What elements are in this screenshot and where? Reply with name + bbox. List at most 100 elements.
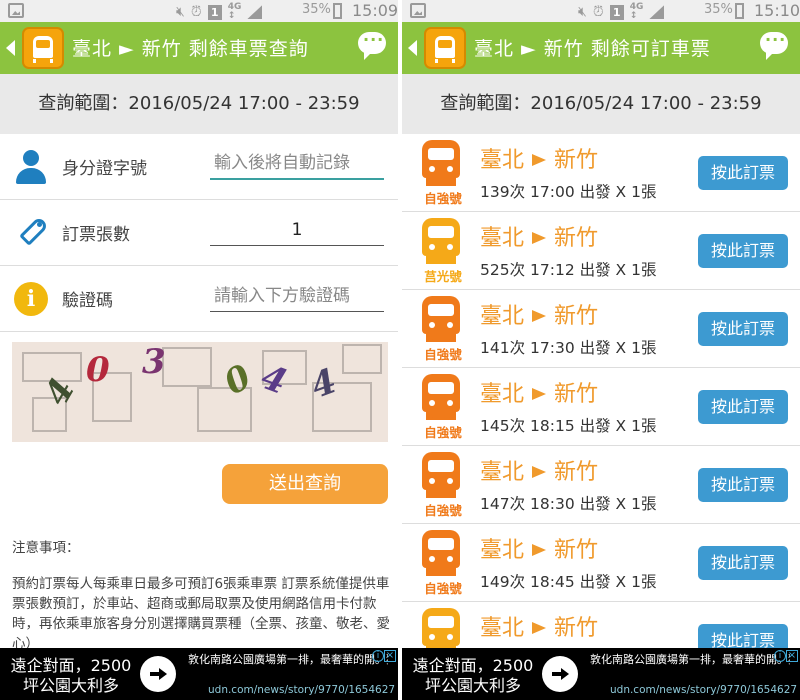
ad-close-icon[interactable]: ×	[384, 650, 396, 662]
app-bar: 臺北 ► 新竹 剩餘車票查詢	[0, 22, 398, 74]
route-from: 臺北	[480, 304, 525, 329]
screens: 🔇︎ ⏰︎ 1 4G↕ 35% 15:09 臺北 ► 新竹 剩餘車票查詢 查詢範…	[0, 0, 800, 700]
route-to: 新竹	[554, 382, 599, 407]
status-icons: 🔇︎ ⏰︎ 1 4G ↕	[176, 2, 263, 21]
network-4g-icon: 4G ↕	[227, 2, 242, 21]
train-route: 臺北 新竹	[480, 376, 598, 408]
captcha-noise	[162, 347, 212, 387]
id-input[interactable]	[210, 148, 384, 180]
id-label: 身分證字號	[62, 159, 147, 179]
train-info: 147次 18:30 出發 X 1張	[480, 495, 657, 513]
mute-icon: 🔇︎	[578, 4, 587, 20]
ad-close-icon[interactable]: ×	[786, 650, 798, 662]
book-button[interactable]: 按此訂票	[698, 390, 788, 424]
page-title: 臺北 ► 新竹 剩餘車票查詢	[72, 38, 309, 60]
ad-info-icon[interactable]: i	[774, 650, 786, 662]
chat-icon[interactable]	[358, 30, 386, 60]
train-route: 臺北 新竹	[480, 454, 598, 486]
captcha-noise	[342, 344, 382, 374]
battery-percent: 35%	[704, 2, 733, 17]
route-to: 新竹	[554, 226, 599, 251]
back-icon[interactable]	[408, 40, 417, 56]
back-icon[interactable]	[6, 40, 15, 56]
train-row: 莒光號 臺北 新竹 525次 17:12 出發 X 1張 按此訂票	[402, 212, 800, 290]
train-type: 自強號	[424, 581, 462, 596]
sim-icon: 1	[207, 4, 222, 20]
count-row: 訂票張數	[0, 200, 398, 266]
ad-info-icon[interactable]: i	[372, 650, 384, 662]
book-button[interactable]: 按此訂票	[698, 234, 788, 268]
book-button[interactable]: 按此訂票	[698, 468, 788, 502]
ad-headline[interactable]: 遠企對面，2500坪公園大利多	[408, 656, 538, 696]
results-screen: 🔇︎ ⏰︎ 1 4G↕ 35% 15:10 臺北 ► 新竹 剩餘可訂車票 查詢範…	[402, 0, 800, 700]
count-label: 訂票張數	[62, 225, 130, 245]
captcha-input[interactable]	[210, 280, 384, 312]
ad-url[interactable]: udn.com/news/story/9770/1654627	[610, 684, 797, 696]
status-time: 15:09	[352, 1, 398, 20]
route-from: 臺北	[480, 226, 525, 251]
train-list[interactable]: 自強號 臺北 新竹 139次 17:00 出發 X 1張 按此訂票 莒光號 臺北 新竹 525次…	[402, 134, 800, 648]
train-info: 145次 18:15 出發 X 1張	[480, 417, 657, 435]
book-button[interactable]: 按此訂票	[698, 312, 788, 346]
train-type: 自強號	[424, 191, 462, 206]
route-to: 新竹	[554, 538, 599, 563]
train-type: 自強號	[424, 425, 462, 440]
chat-icon[interactable]	[760, 30, 788, 60]
info-icon: i	[14, 282, 48, 316]
train-info: 149次 18:45 出發 X 1張	[480, 573, 657, 591]
train-row: 自強號 臺北 新竹 149次 18:45 出發 X 1張 按此訂票	[402, 524, 800, 602]
ticket-tag-icon	[14, 216, 49, 250]
train-info: 525次 17:12 出發 X 1張	[480, 261, 657, 279]
book-button[interactable]: 按此訂票	[698, 156, 788, 190]
train-type: 自強號	[424, 503, 462, 518]
gallery-icon	[8, 3, 24, 18]
route-to: 新竹	[554, 460, 599, 485]
ad-url[interactable]: udn.com/news/story/9770/1654627	[208, 684, 395, 696]
submit-query-button[interactable]: 送出查詢	[222, 464, 388, 504]
query-range: 查詢範圍：2016/05/24 17:00 - 23:59	[0, 74, 398, 134]
ad-arrow-icon[interactable]	[140, 656, 176, 692]
ad-body[interactable]: 敦化南路公園廣場第一排，最奢華的開。獨幢低公設55、75坪耐震新落成	[188, 652, 388, 667]
train-row: 自強號 臺北 新竹 141次 17:30 出發 X 1張 按此訂票	[402, 290, 800, 368]
captcha-char: 3	[142, 342, 166, 382]
train-logo-icon	[22, 27, 64, 69]
train-icon	[422, 452, 460, 498]
route-to: 新竹	[554, 148, 599, 173]
train-icon	[422, 530, 460, 576]
ad-body[interactable]: 敦化南路公園廣場第一排，最奢華的開。獨幢低公設55、75坪耐震新落成	[590, 652, 790, 667]
mute-icon: 🔇︎	[176, 4, 185, 20]
train-row: 自強號 臺北 新竹 145次 18:15 出發 X 1張 按此訂票	[402, 368, 800, 446]
battery-icon	[735, 3, 744, 19]
ad-banner[interactable]: 遠企對面，2500坪公園大利多 敦化南路公園廣場第一排，最奢華的開。獨幢低公設5…	[0, 648, 398, 700]
ad-banner[interactable]: 遠企對面，2500坪公園大利多 敦化南路公園廣場第一排，最奢華的開。獨幢低公設5…	[402, 648, 800, 700]
route-from: 臺北	[480, 538, 525, 563]
train-icon	[422, 374, 460, 420]
route-arrow-icon	[532, 309, 547, 322]
train-icon	[422, 608, 460, 648]
train-route: 臺北 新竹	[480, 220, 598, 252]
page-title: 臺北 ► 新竹 剩餘可訂車票	[474, 38, 711, 60]
ticket-count-input[interactable]	[210, 214, 384, 246]
status-icons: 🔇︎ ⏰︎ 1 4G ↕	[578, 2, 665, 21]
route-to: 新竹	[554, 616, 599, 641]
alarm-icon: ⏰︎	[190, 4, 202, 20]
route-arrow-icon	[532, 543, 547, 556]
status-bar: 🔇︎ ⏰︎ 1 4G ↕ 35% 15:09	[0, 0, 398, 22]
sim-icon: 1	[609, 4, 624, 20]
network-4g-icon: 4G ↕	[629, 2, 644, 21]
book-button[interactable]: 按此訂票	[698, 624, 788, 648]
train-type: 莒光號	[424, 269, 462, 284]
gallery-icon	[410, 3, 426, 18]
route-from: 臺北	[480, 616, 525, 641]
route-arrow-icon	[532, 387, 547, 400]
status-bar: 🔇︎ ⏰︎ 1 4G ↕ 35% 15:10	[402, 0, 800, 22]
app-bar: 臺北 ► 新竹 剩餘可訂車票	[402, 22, 800, 74]
ad-arrow-icon[interactable]	[542, 656, 578, 692]
route-arrow-icon	[532, 153, 547, 166]
train-route: 臺北 新竹	[480, 298, 598, 330]
book-button[interactable]: 按此訂票	[698, 546, 788, 580]
route-arrow-icon	[532, 621, 547, 634]
captcha-char: 0	[86, 350, 110, 390]
ad-headline[interactable]: 遠企對面，2500坪公園大利多	[6, 656, 136, 696]
route-arrow-icon	[532, 465, 547, 478]
